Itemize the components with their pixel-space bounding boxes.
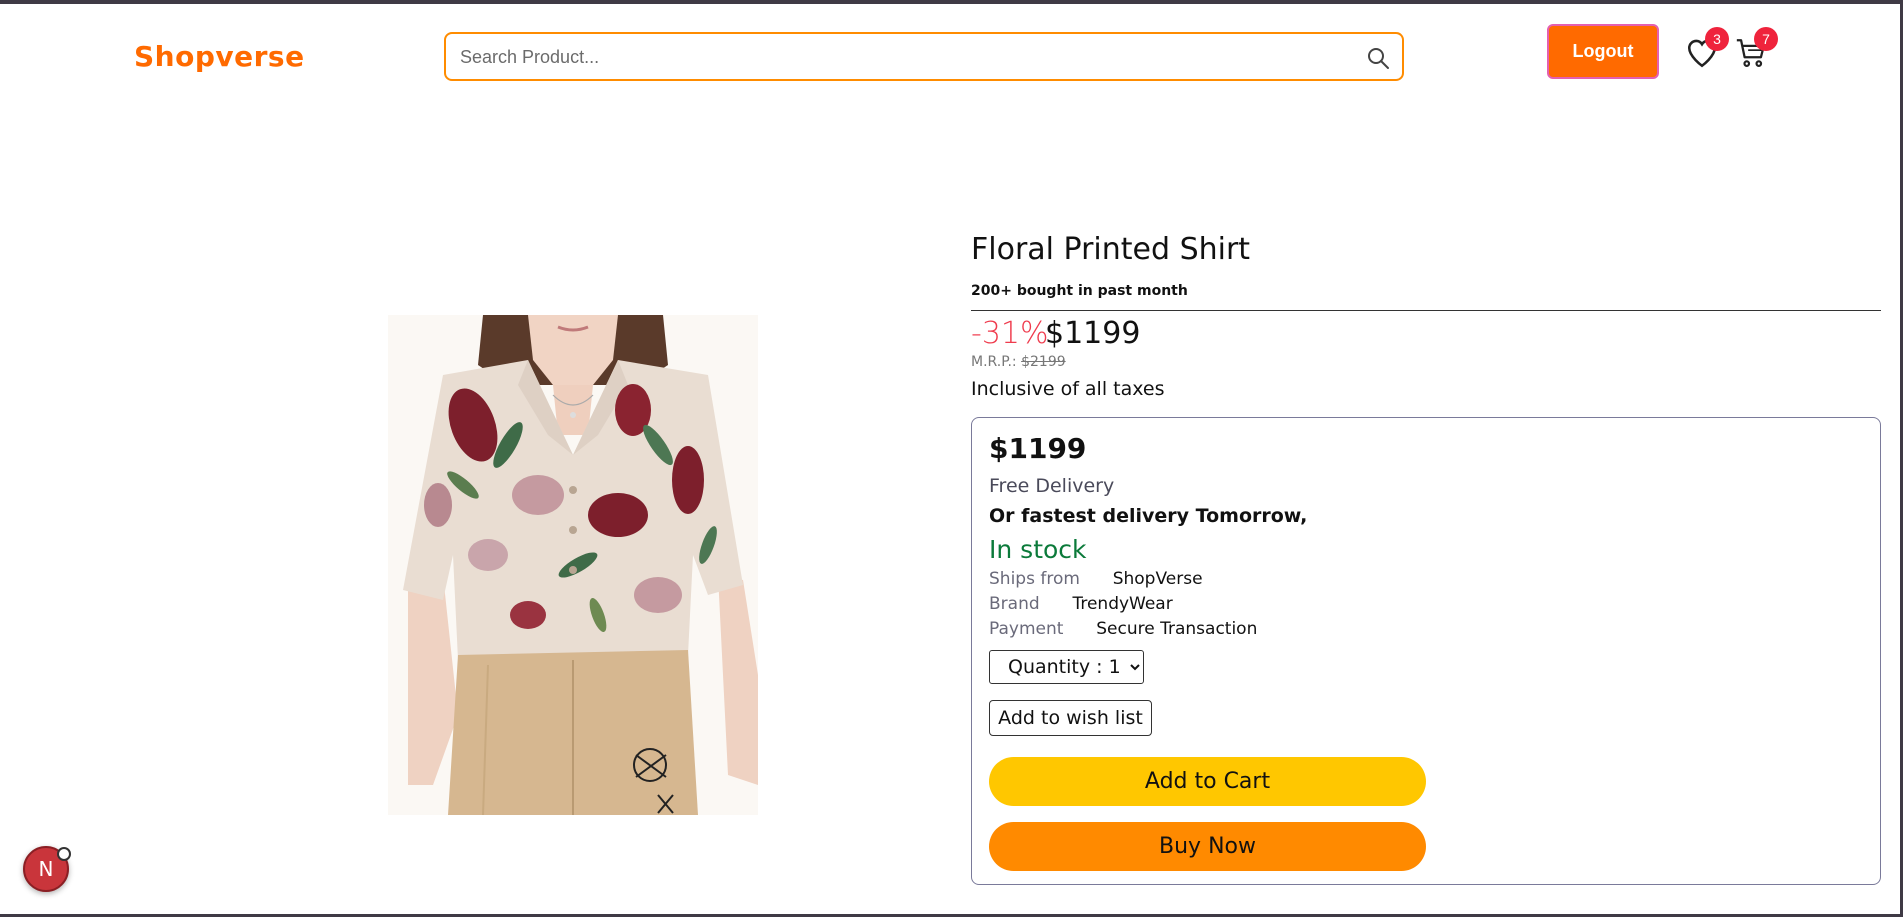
tax-note: Inclusive of all taxes bbox=[971, 378, 1165, 400]
bought-count: 200+ bought in past month bbox=[971, 283, 1188, 299]
add-to-wishlist-button[interactable]: Add to wish list bbox=[989, 700, 1152, 736]
discount-percent: -31% bbox=[971, 316, 1049, 351]
product-title: Floral Printed Shirt bbox=[971, 232, 1251, 267]
logout-button[interactable]: Logout bbox=[1547, 24, 1659, 79]
dev-tools-indicator-dot bbox=[57, 847, 71, 861]
stock-status: In stock bbox=[989, 535, 1087, 564]
search-input[interactable] bbox=[460, 43, 1340, 71]
divider bbox=[971, 310, 1881, 311]
search-icon[interactable] bbox=[1366, 46, 1390, 70]
mrp-label: M.R.P.: bbox=[971, 354, 1017, 370]
payment-row: Payment Secure Transaction bbox=[989, 619, 1257, 639]
brand-row: Brand TrendyWear bbox=[989, 594, 1173, 614]
fastest-delivery-text: Or fastest delivery Tomorrow, bbox=[989, 505, 1308, 527]
add-to-cart-button[interactable]: Add to Cart bbox=[989, 757, 1426, 806]
product-price: $1199 bbox=[1045, 316, 1141, 351]
wishlist-count-badge: 3 bbox=[1705, 27, 1729, 51]
mrp-value: $2199 bbox=[1021, 354, 1066, 370]
free-delivery-text: Free Delivery bbox=[989, 475, 1115, 497]
mrp-row: M.R.P.: $2199 bbox=[971, 354, 1066, 370]
product-image bbox=[388, 315, 758, 815]
quantity-select[interactable]: Quantity : 1 bbox=[989, 650, 1144, 684]
brand-label: Brand bbox=[989, 594, 1040, 614]
search-bar bbox=[444, 32, 1404, 81]
ships-from-row: Ships from ShopVerse bbox=[989, 569, 1203, 589]
buy-box-price: $1199 bbox=[989, 432, 1087, 465]
buy-now-button[interactable]: Buy Now bbox=[989, 822, 1426, 871]
ships-from-label: Ships from bbox=[989, 569, 1080, 589]
payment-label: Payment bbox=[989, 619, 1064, 639]
cart-count-badge: 7 bbox=[1754, 27, 1778, 51]
site-logo[interactable]: Shopverse bbox=[134, 40, 305, 73]
top-border bbox=[0, 0, 1903, 4]
brand-value: TrendyWear bbox=[1072, 594, 1173, 614]
payment-value: Secure Transaction bbox=[1096, 619, 1258, 639]
ships-from-value: ShopVerse bbox=[1112, 569, 1203, 589]
